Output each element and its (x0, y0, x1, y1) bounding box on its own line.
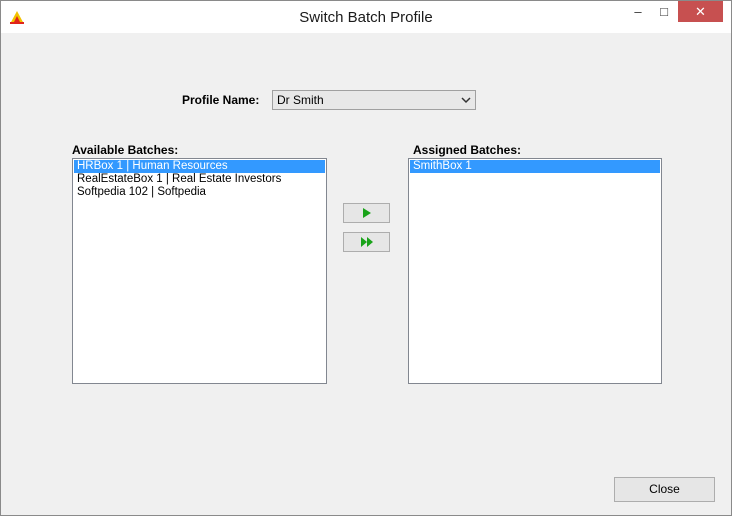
double-arrow-icon (360, 237, 373, 247)
play-arrow-icon (362, 208, 371, 218)
list-item[interactable]: RealEstateBox 1 | Real Estate Investors (74, 173, 325, 186)
move-selected-button[interactable] (343, 203, 390, 223)
window-close-button[interactable]: ✕ (678, 1, 723, 22)
assigned-batches-list[interactable]: SmithBox 1 (408, 158, 662, 384)
list-item[interactable]: Softpedia 102 | Softpedia (74, 186, 325, 199)
assigned-batches-label: Assigned Batches: (413, 143, 522, 157)
maximize-button[interactable]: □ (651, 1, 677, 22)
profile-name-dropdown[interactable]: Dr Smith (272, 90, 476, 110)
list-item[interactable]: HRBox 1 | Human Resources (74, 160, 325, 173)
chevron-down-icon (461, 97, 471, 104)
dialog-body: Profile Name: Dr Smith Available Batches… (9, 33, 723, 509)
window-title: Switch Batch Profile (299, 9, 433, 26)
available-batches-list[interactable]: HRBox 1 | Human Resources RealEstateBox … (72, 158, 327, 384)
list-item[interactable]: SmithBox 1 (410, 160, 660, 173)
profile-selected-value: Dr Smith (277, 93, 324, 107)
profile-name-label: Profile Name: (182, 93, 260, 107)
switch-batch-profile-window: Switch Batch Profile – □ ✕ Profile Name:… (0, 0, 732, 516)
minimize-button[interactable]: – (625, 1, 651, 22)
move-all-button[interactable] (343, 232, 390, 252)
available-batches-label: Available Batches: (72, 143, 179, 157)
title-bar: Switch Batch Profile – □ ✕ (1, 1, 731, 33)
close-button[interactable]: Close (614, 477, 715, 502)
